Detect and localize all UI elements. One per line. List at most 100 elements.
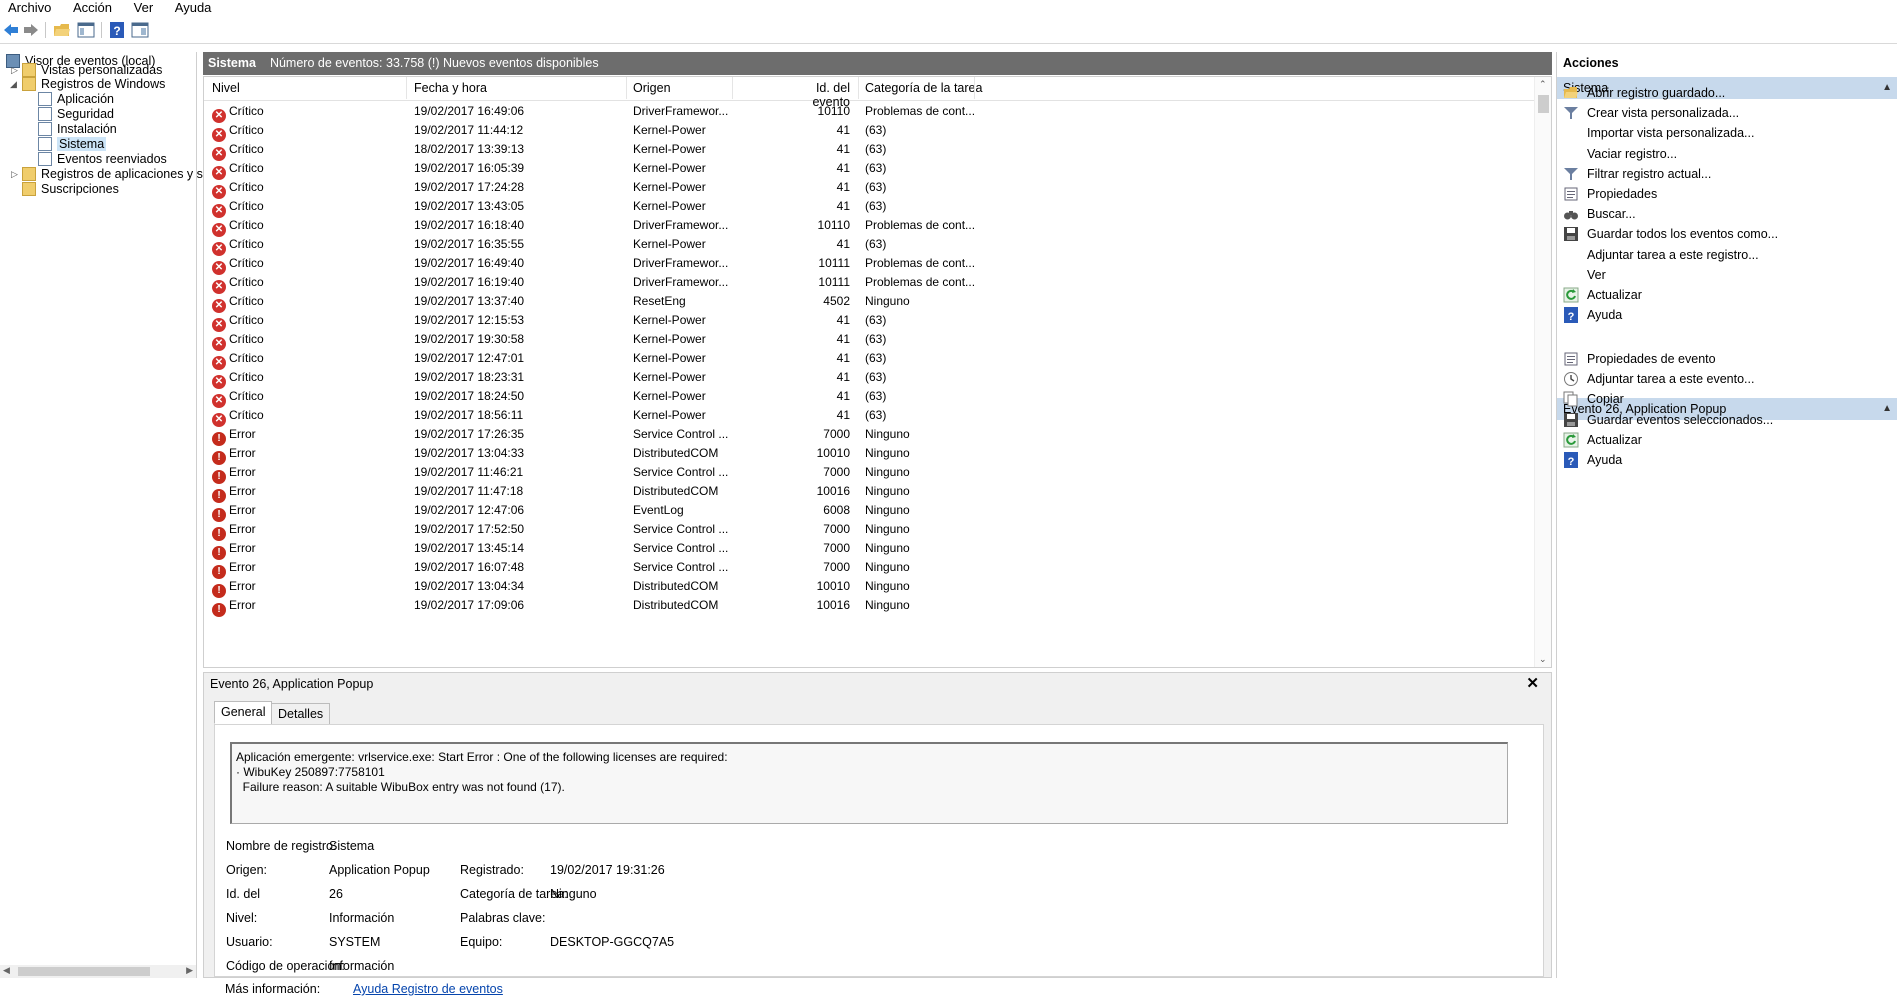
column-divider[interactable] [406, 77, 407, 99]
sistema-action-item[interactable]: Abrir registro guardado... [1563, 83, 1725, 103]
table-row[interactable]: ✕ Crítico 19/02/2017 13:37:40 ResetEng 4502 N… [204, 292, 1534, 313]
event-action-item[interactable]: ? Ayuda [1563, 450, 1622, 470]
table-row[interactable]: ✕ Crítico 19/02/2017 16:18:40 DriverFramewo… [204, 216, 1534, 237]
table-row[interactable]: ! Error 19/02/2017 16:07:48 Service Control… [204, 558, 1534, 579]
table-row[interactable]: ! Error 19/02/2017 13:04:34 DistributedCOM 1… [204, 577, 1534, 598]
table-row[interactable]: ! Error 19/02/2017 17:52:50 Service Control… [204, 520, 1534, 541]
tab-general[interactable]: General [214, 701, 273, 724]
col-nivel[interactable]: Nivel [212, 81, 240, 95]
blank-icon [1563, 146, 1579, 162]
scroll-left-icon[interactable]: ◀ [3, 965, 10, 976]
column-divider[interactable] [858, 77, 859, 99]
menu-accion[interactable]: Acción [73, 1, 112, 15]
cell-level: ! Error [212, 501, 256, 522]
cell-level: ✕ Crítico [212, 140, 264, 161]
sistema-action-item[interactable]: Adjuntar tarea a este registro... [1563, 245, 1759, 265]
action-pane-icon[interactable] [131, 21, 149, 39]
table-row[interactable]: ✕ Crítico 19/02/2017 16:49:40 DriverFramewo… [204, 254, 1534, 275]
table-row[interactable]: ! Error 19/02/2017 11:46:21 Service Control… [204, 463, 1534, 484]
menu-ver[interactable]: Ver [134, 1, 154, 15]
table-row[interactable]: ! Error 19/02/2017 13:04:33 DistributedCOM 1… [204, 444, 1534, 465]
sistema-action-item[interactable]: Actualizar [1563, 285, 1642, 305]
table-row[interactable]: ✕ Crítico 18/02/2017 13:39:13 Kernel-Power 4… [204, 140, 1534, 161]
sistema-action-item[interactable]: Ver [1563, 265, 1606, 285]
back-arrow-icon[interactable] [2, 21, 20, 39]
grid-vertical-scrollbar[interactable]: ⌃ ⌄ [1534, 77, 1551, 667]
col-fecha[interactable]: Fecha y hora [414, 81, 487, 95]
scrollbar-thumb[interactable] [1538, 95, 1549, 113]
collapse-icon[interactable]: ▲ [1882, 398, 1892, 420]
event-action-item[interactable]: Copiar [1563, 389, 1624, 409]
column-divider[interactable] [626, 77, 627, 99]
sistema-action-item[interactable]: Importar vista personalizada... [1563, 123, 1754, 143]
cell-id: 4502 [823, 294, 850, 308]
chevron-right-icon[interactable]: ▷ [11, 169, 18, 180]
sistema-action-item[interactable]: Guardar todos los eventos como... [1563, 224, 1778, 244]
table-row[interactable]: ✕ Crítico 19/02/2017 17:24:28 Kernel-Power 4… [204, 178, 1534, 199]
chevron-right-icon[interactable]: ▷ [11, 65, 18, 76]
cell-id: 7000 [823, 465, 850, 479]
cell-category: (63) [865, 332, 887, 346]
sistema-action-item[interactable]: Buscar... [1563, 204, 1636, 224]
cell-category: Ninguno [865, 465, 910, 479]
sistema-action-item[interactable]: Propiedades [1563, 184, 1657, 204]
table-row[interactable]: ! Error 19/02/2017 17:26:35 Service Control… [204, 425, 1534, 446]
cell-id: 10111 [818, 256, 850, 270]
level-text: Crítico [229, 275, 264, 289]
event-action-item[interactable]: Actualizar [1563, 430, 1642, 450]
menu-archivo[interactable]: Archivo [8, 1, 51, 15]
cell-level: ✕ Crítico [212, 292, 264, 313]
log-name-label: Nombre de registro: [226, 839, 337, 853]
table-row[interactable]: ! Error 19/02/2017 12:47:06 EventLog 6008 Nin… [204, 501, 1534, 522]
collapse-icon[interactable]: ▲ [1882, 77, 1892, 99]
col-origen[interactable]: Origen [633, 81, 671, 95]
column-divider[interactable] [732, 77, 733, 99]
table-row[interactable]: ✕ Crítico 19/02/2017 16:19:40 DriverFramewo… [204, 273, 1534, 294]
console-tree-icon[interactable] [77, 21, 95, 39]
close-icon[interactable]: ✕ [1526, 674, 1539, 692]
table-row[interactable]: ✕ Crítico 19/02/2017 18:23:31 Kernel-Power 4… [204, 368, 1534, 389]
event-action-item[interactable]: Adjuntar tarea a este evento... [1563, 369, 1754, 389]
open-folder-icon[interactable] [53, 21, 71, 39]
event-message[interactable]: Aplicación emergente: vrlservice.exe: St… [230, 742, 1508, 824]
event-action-item[interactable]: Guardar eventos seleccionados... [1563, 410, 1773, 430]
event-action-item[interactable]: Propiedades de evento [1563, 349, 1716, 369]
table-row[interactable]: ✕ Crítico 19/02/2017 18:24:50 Kernel-Power 4… [204, 387, 1534, 408]
tree-suscripciones[interactable]: Suscripciones [22, 180, 119, 198]
table-row[interactable]: ! Error 19/02/2017 13:45:14 Service Control… [204, 539, 1534, 560]
forward-arrow-icon[interactable] [22, 21, 40, 39]
cell-source: Kernel-Power [633, 313, 706, 327]
tab-detalles[interactable]: Detalles [271, 703, 331, 725]
cell-date: 19/02/2017 12:47:06 [414, 503, 525, 517]
column-divider[interactable] [974, 77, 975, 99]
table-row[interactable]: ! Error 19/02/2017 11:47:18 DistributedCOM 1… [204, 482, 1534, 503]
table-row[interactable]: ✕ Crítico 19/02/2017 12:15:53 Kernel-Power 4… [204, 311, 1534, 332]
cell-source: DistributedCOM [633, 446, 719, 460]
scrollbar-thumb[interactable] [18, 967, 150, 976]
table-row[interactable]: ✕ Crítico 19/02/2017 18:56:11 Kernel-Power 4… [204, 406, 1534, 427]
cell-level: ✕ Crítico [212, 197, 264, 218]
scroll-up-icon[interactable]: ⌃ [1539, 79, 1547, 90]
table-row[interactable]: ✕ Crítico 19/02/2017 12:47:01 Kernel-Power 4… [204, 349, 1534, 370]
table-row[interactable]: ✕ Crítico 19/02/2017 16:35:55 Kernel-Power 4… [204, 235, 1534, 256]
sistema-action-item[interactable]: Vaciar registro... [1563, 144, 1677, 164]
scroll-down-icon[interactable]: ⌄ [1539, 654, 1547, 665]
table-row[interactable]: ✕ Crítico 19/02/2017 13:43:05 Kernel-Power 4… [204, 197, 1534, 218]
tree-horizontal-scrollbar[interactable]: ◀ ▶ [0, 965, 196, 978]
table-row[interactable]: ✕ Crítico 19/02/2017 16:49:06 DriverFramewo… [204, 102, 1534, 123]
sistema-action-item[interactable]: Filtrar registro actual... [1563, 164, 1711, 184]
table-row[interactable]: ✕ Crítico 19/02/2017 16:05:39 Kernel-Power 4… [204, 159, 1534, 180]
table-row[interactable]: ✕ Crítico 19/02/2017 11:44:12 Kernel-Power 4… [204, 121, 1534, 142]
table-row[interactable]: ! Error 19/02/2017 17:09:06 DistributedCOM 1… [204, 596, 1534, 617]
help-icon[interactable]: ? [108, 21, 126, 39]
level-text: Crítico [229, 104, 264, 118]
table-row[interactable]: ✕ Crítico 19/02/2017 19:30:58 Kernel-Power 4… [204, 330, 1534, 351]
scroll-right-icon[interactable]: ▶ [186, 965, 193, 976]
cell-level: ✕ Crítico [212, 330, 264, 351]
help-link[interactable]: Ayuda Registro de eventos [353, 982, 503, 996]
sistema-action-item[interactable]: Crear vista personalizada... [1563, 103, 1739, 123]
chevron-down-icon[interactable]: ◢ [10, 79, 17, 90]
col-categoria[interactable]: Categoría de la tarea [865, 81, 982, 95]
sistema-action-item[interactable]: ? Ayuda [1563, 305, 1622, 325]
menu-ayuda[interactable]: Ayuda [175, 1, 212, 15]
